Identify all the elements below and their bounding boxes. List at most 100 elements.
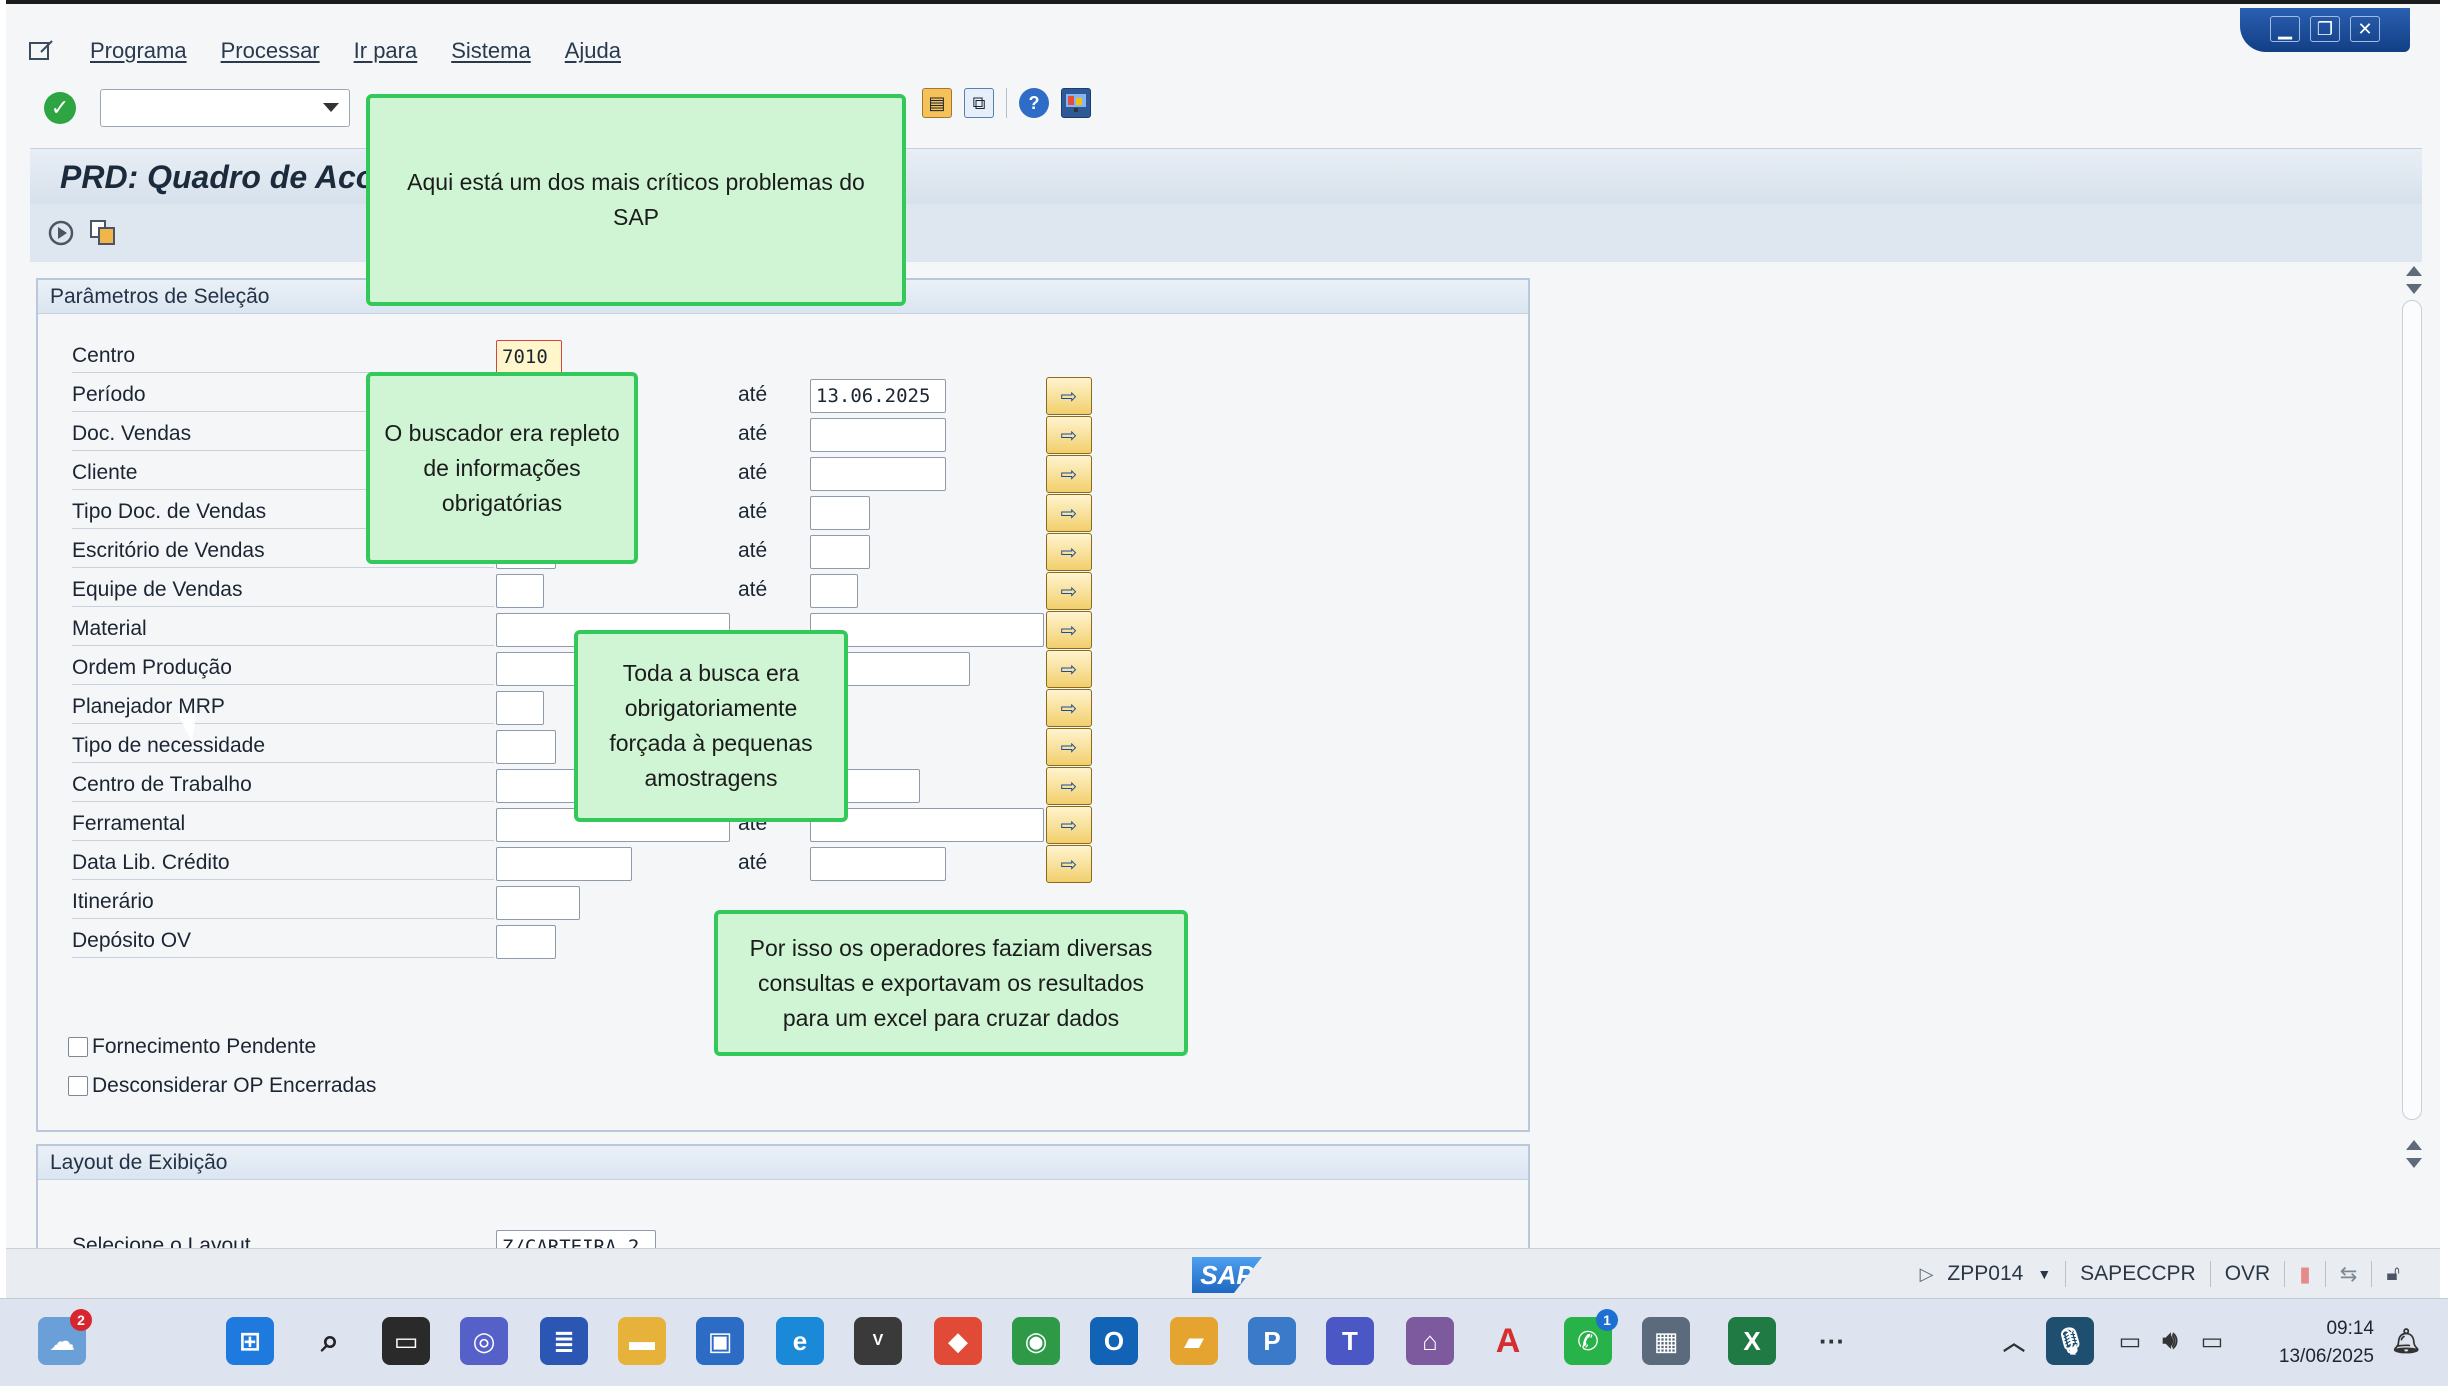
- multiple-selection-icon[interactable]: ⇨: [1046, 572, 1092, 610]
- chat-icon[interactable]: ◎: [460, 1317, 508, 1365]
- centro-input[interactable]: 7010: [496, 340, 562, 374]
- customize-icon[interactable]: [1061, 88, 1091, 118]
- status-separator: [2371, 1261, 2373, 1287]
- menu-edit-icon[interactable]: [28, 38, 56, 64]
- play-icon[interactable]: ▷: [1920, 1264, 1934, 1285]
- menu-processar[interactable]: Processar: [221, 38, 320, 64]
- notepad-icon[interactable]: ≣: [540, 1317, 588, 1365]
- multiple-selection-icon[interactable]: ⇨: [1046, 689, 1092, 727]
- data-lib-to-input[interactable]: [810, 847, 946, 881]
- multiple-selection-icon[interactable]: ⇨: [1046, 377, 1092, 415]
- checkbox-fornecimento-pendente[interactable]: Fornecimento Pendente: [68, 1032, 316, 1062]
- help-icon[interactable]: ?: [1019, 88, 1049, 118]
- periodo-to-input[interactable]: 13.06.2025: [810, 379, 946, 413]
- start-icon[interactable]: ⊞: [226, 1317, 274, 1365]
- microphone-icon[interactable]: 🎙︎: [2046, 1317, 2094, 1365]
- callout-critical-problem: Aqui está um dos mais críticos problemas…: [366, 94, 906, 306]
- field-label: Escritório de Vendas: [72, 539, 265, 562]
- scroll-down-icon[interactable]: [2406, 1158, 2422, 1168]
- menu-sistema[interactable]: Sistema: [451, 38, 530, 64]
- menu-ajuda[interactable]: Ajuda: [565, 38, 621, 64]
- get-variant-icon[interactable]: [88, 218, 118, 248]
- search-icon[interactable]: ⌕: [306, 1317, 354, 1365]
- execute-icon[interactable]: [46, 218, 76, 248]
- outlook-icon[interactable]: O: [1090, 1317, 1138, 1365]
- multiple-selection-icon[interactable]: ⇨: [1046, 650, 1092, 688]
- equipe-to-input[interactable]: [810, 574, 858, 608]
- tipo-doc-to-input[interactable]: [810, 496, 870, 530]
- task-view-icon[interactable]: ▭: [382, 1317, 430, 1365]
- excel-icon[interactable]: X: [1728, 1317, 1776, 1365]
- anydesk-icon[interactable]: ◆: [934, 1317, 982, 1365]
- chevron-down-icon[interactable]: [323, 103, 339, 112]
- enter-check-icon[interactable]: ✓: [44, 92, 76, 124]
- tipo-necessidade-from-input[interactable]: [496, 730, 556, 764]
- row-data-lib-credito: Data Lib. Crédito até ⇨: [72, 845, 1522, 883]
- python-icon[interactable]: P: [1248, 1317, 1296, 1365]
- vertical-scrollbar[interactable]: [2402, 266, 2426, 1246]
- battery-icon[interactable]: ▭: [2188, 1317, 2236, 1365]
- scroll-up-icon[interactable]: [2406, 266, 2422, 276]
- doc-vendas-to-input[interactable]: [810, 418, 946, 452]
- scroll-track[interactable]: [2402, 300, 2422, 1120]
- cliente-to-input[interactable]: [810, 457, 946, 491]
- minimize-button[interactable]: ▁: [2270, 16, 2300, 42]
- multiple-selection-icon[interactable]: ⇨: [1046, 611, 1092, 649]
- multiple-selection-icon[interactable]: ⇨: [1046, 533, 1092, 571]
- multiple-selection-icon[interactable]: ⇨: [1046, 806, 1092, 844]
- system-clock[interactable]: 09:14 13/06/2025: [2279, 1315, 2374, 1371]
- checkbox[interactable]: [68, 1037, 88, 1057]
- store-icon[interactable]: ▣: [696, 1317, 744, 1365]
- multiple-selection-icon[interactable]: ⇨: [1046, 767, 1092, 805]
- connection-icon: ⇆: [2339, 1262, 2358, 1286]
- chevron-up-icon[interactable]: ︿: [1990, 1317, 2038, 1365]
- callout-excel-export: Por isso os operadores faziam diversas c…: [714, 910, 1188, 1056]
- weather-icon[interactable]: ☁ 2: [38, 1309, 92, 1365]
- lock-icon[interactable]: 🔓︎: [2386, 1262, 2400, 1286]
- multiple-selection-icon[interactable]: ⇨: [1046, 845, 1092, 883]
- field-label: Centro: [72, 344, 136, 367]
- vpn-icon[interactable]: ⌂: [1406, 1317, 1454, 1365]
- multiple-selection-icon[interactable]: ⇨: [1046, 455, 1092, 493]
- itinerario-from-input[interactable]: [496, 886, 580, 920]
- multiple-selection-icon[interactable]: ⇨: [1046, 494, 1092, 532]
- sap-logon-icon[interactable]: ▰: [1170, 1317, 1218, 1365]
- layout-icon[interactable]: ▤: [922, 88, 952, 118]
- more-icon[interactable]: ···: [1808, 1317, 1856, 1365]
- multiple-selection-icon[interactable]: ⇨: [1046, 416, 1092, 454]
- window-controls: ▁ ❐ ✕: [2240, 8, 2410, 52]
- acrobat-icon[interactable]: A: [1484, 1317, 1532, 1365]
- chevron-down-icon[interactable]: ▼: [2037, 1266, 2051, 1282]
- vnc-icon[interactable]: V: [854, 1317, 902, 1365]
- scroll-down-icon[interactable]: [2406, 284, 2422, 294]
- close-button[interactable]: ✕: [2350, 16, 2380, 42]
- clock-date: 13/06/2025: [2278, 1346, 2374, 1367]
- menu-programa[interactable]: Programa: [90, 38, 187, 64]
- checkbox[interactable]: [68, 1076, 88, 1096]
- calculator-icon[interactable]: ▦: [1642, 1317, 1690, 1365]
- teams-icon[interactable]: T: [1326, 1317, 1374, 1365]
- edge-icon[interactable]: e: [776, 1317, 824, 1365]
- volume-icon[interactable]: 🔊︎: [2146, 1317, 2194, 1365]
- notifications-icon[interactable]: 🔔︎: [2382, 1317, 2430, 1365]
- command-field[interactable]: [100, 89, 350, 127]
- scroll-up-icon[interactable]: [2406, 1140, 2422, 1150]
- escritorio-to-input[interactable]: [810, 535, 870, 569]
- field-label: Centro de Trabalho: [72, 773, 252, 796]
- planejador-from-input[interactable]: [496, 691, 544, 725]
- new-window-icon[interactable]: ⧉: [964, 88, 994, 118]
- checkbox-desconsiderar-op[interactable]: Desconsiderar OP Encerradas: [68, 1071, 376, 1101]
- whatsapp-icon[interactable]: ✆ 1: [1564, 1309, 1618, 1365]
- maximize-button[interactable]: ❐: [2310, 16, 2340, 42]
- equipe-from-input[interactable]: [496, 574, 544, 608]
- ate-label: até: [738, 422, 768, 445]
- multiple-selection-icon[interactable]: ⇨: [1046, 728, 1092, 766]
- insert-mode[interactable]: OVR: [2225, 1262, 2271, 1286]
- notification-badge: 1: [1596, 1309, 1618, 1331]
- deposito-from-input[interactable]: [496, 925, 556, 959]
- menu-ir-para[interactable]: Ir para: [354, 38, 418, 64]
- chrome-icon[interactable]: ◉: [1012, 1317, 1060, 1365]
- data-lib-from-input[interactable]: [496, 847, 632, 881]
- file-explorer-icon[interactable]: ▬: [618, 1317, 666, 1365]
- transaction-code[interactable]: ZPP014: [1947, 1262, 2023, 1286]
